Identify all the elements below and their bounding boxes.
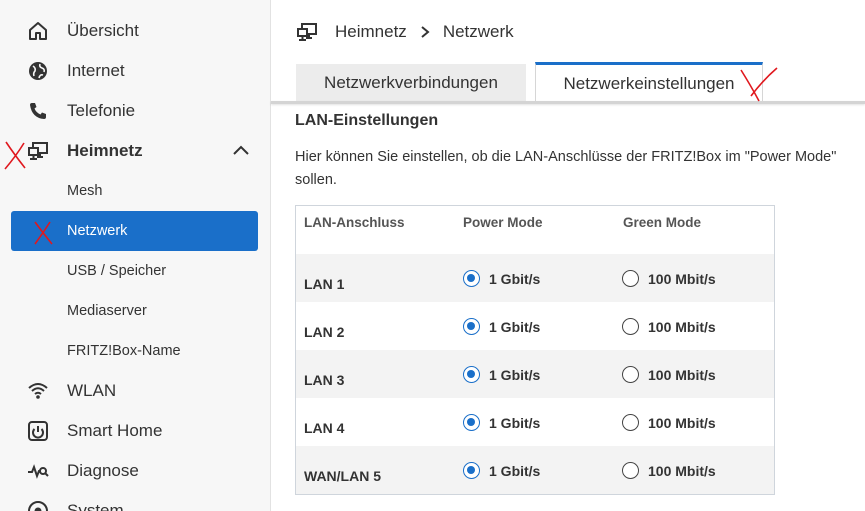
sidebar-subitem-label: Netzwerk bbox=[67, 223, 128, 239]
column-header-green-mode: Green Mode bbox=[623, 215, 702, 230]
breadcrumb-current: Netzwerk bbox=[442, 22, 514, 41]
power-mode-radio[interactable]: 1 Gbit/s bbox=[463, 318, 540, 335]
sidebar-item-label: Internet bbox=[67, 61, 125, 80]
sidebar-item-label: Diagnose bbox=[67, 461, 139, 480]
monitor-network-icon bbox=[27, 140, 49, 162]
sidebar-subitem-label: Mesh bbox=[67, 183, 103, 199]
radio-checked-icon[interactable] bbox=[463, 270, 480, 287]
green-mode-radio[interactable]: 100 Mbit/s bbox=[622, 318, 716, 335]
power-mode-label: 1 Gbit/s bbox=[489, 414, 541, 431]
power-mode-label: 1 Gbit/s bbox=[489, 366, 541, 383]
table-row: WAN/LAN 5 1 Gbit/s 100 Mbit/s bbox=[296, 446, 774, 494]
diagnose-icon bbox=[27, 460, 49, 482]
sidebar-item-telefonie[interactable]: Telefonie bbox=[0, 91, 271, 131]
sidebar-subitem-netzwerk[interactable]: Netzwerk bbox=[11, 211, 258, 251]
power-mode-radio[interactable]: 1 Gbit/s bbox=[463, 414, 540, 431]
power-mode-label: 1 Gbit/s bbox=[489, 318, 541, 335]
breadcrumb: Heimnetz Netzwerk bbox=[296, 19, 514, 45]
radio-checked-icon[interactable] bbox=[463, 366, 480, 383]
smart-home-icon bbox=[27, 420, 49, 442]
table-row: LAN 1 1 Gbit/s 100 Mbit/s bbox=[296, 254, 774, 302]
port-label: LAN 3 bbox=[304, 372, 345, 388]
description-line: Hier können Sie einstellen, ob die LAN-A… bbox=[295, 149, 837, 165]
port-label: LAN 4 bbox=[304, 420, 345, 436]
sidebar-subitem-usb-speicher[interactable]: USB / Speicher bbox=[11, 251, 258, 291]
sidebar-item-wlan[interactable]: WLAN bbox=[0, 371, 271, 411]
power-mode-label: 1 Gbit/s bbox=[489, 462, 541, 479]
sidebar: Übersicht Internet Telefonie Heimnetz Me… bbox=[0, 0, 271, 511]
lan-settings-table: LAN-Anschluss Power Mode Green Mode LAN … bbox=[295, 205, 775, 495]
radio-unchecked-icon[interactable] bbox=[622, 318, 639, 335]
green-mode-label: 100 Mbit/s bbox=[648, 270, 716, 287]
green-mode-label: 100 Mbit/s bbox=[648, 318, 716, 335]
radio-checked-icon[interactable] bbox=[463, 414, 480, 431]
radio-unchecked-icon[interactable] bbox=[622, 366, 639, 383]
tab-netzwerkeinstellungen[interactable]: Netzwerkeinstellungen bbox=[535, 62, 763, 102]
sidebar-item-smart-home[interactable]: Smart Home bbox=[0, 411, 271, 451]
power-mode-radio[interactable]: 1 Gbit/s bbox=[463, 462, 540, 479]
sidebar-item-label: Übersicht bbox=[67, 21, 139, 40]
radio-checked-icon[interactable] bbox=[463, 462, 480, 479]
green-mode-label: 100 Mbit/s bbox=[648, 366, 716, 383]
port-label: WAN/LAN 5 bbox=[304, 468, 381, 484]
chevron-up-icon[interactable] bbox=[232, 142, 250, 160]
sidebar-item-uebersicht[interactable]: Übersicht bbox=[0, 11, 271, 51]
radio-unchecked-icon[interactable] bbox=[622, 270, 639, 287]
home-icon bbox=[27, 20, 49, 42]
sidebar-subitem-fritzbox-name[interactable]: FRITZ!Box-Name bbox=[11, 331, 258, 371]
green-mode-label: 100 Mbit/s bbox=[648, 462, 716, 479]
table-row: LAN 2 1 Gbit/s 100 Mbit/s bbox=[296, 302, 774, 350]
sidebar-item-internet[interactable]: Internet bbox=[0, 51, 271, 91]
sidebar-item-heimnetz[interactable]: Heimnetz bbox=[0, 131, 271, 171]
sidebar-item-label: WLAN bbox=[67, 381, 117, 400]
sidebar-item-label: Telefonie bbox=[67, 101, 136, 120]
tab-divider bbox=[271, 101, 865, 104]
tab-netzwerkverbindungen[interactable]: Netzwerkverbindungen bbox=[296, 64, 526, 102]
description-line: sollen. bbox=[295, 172, 337, 188]
green-mode-label: 100 Mbit/s bbox=[648, 414, 716, 431]
sidebar-item-label: Smart Home bbox=[67, 421, 163, 440]
globe-icon bbox=[27, 60, 49, 82]
sidebar-item-diagnose[interactable]: Diagnose bbox=[0, 451, 271, 491]
section-description: Hier können Sie einstellen, ob die LAN-A… bbox=[295, 146, 865, 192]
column-header-port: LAN-Anschluss bbox=[304, 215, 405, 230]
power-mode-radio[interactable]: 1 Gbit/s bbox=[463, 270, 540, 287]
green-mode-radio[interactable]: 100 Mbit/s bbox=[622, 366, 716, 383]
radio-unchecked-icon[interactable] bbox=[622, 414, 639, 431]
sidebar-item-label: Heimnetz bbox=[67, 141, 143, 160]
section-title: LAN-Einstellungen bbox=[295, 112, 439, 129]
radio-unchecked-icon[interactable] bbox=[622, 462, 639, 479]
green-mode-radio[interactable]: 100 Mbit/s bbox=[622, 462, 716, 479]
sidebar-item-label: System bbox=[67, 501, 124, 511]
column-header-power-mode: Power Mode bbox=[463, 215, 543, 230]
sidebar-subitem-label: FRITZ!Box-Name bbox=[67, 343, 181, 359]
port-label: LAN 1 bbox=[304, 276, 345, 292]
table-row: LAN 4 1 Gbit/s 100 Mbit/s bbox=[296, 398, 774, 446]
phone-icon bbox=[27, 100, 49, 122]
sidebar-subitem-label: Mediaserver bbox=[67, 303, 147, 319]
wifi-icon bbox=[27, 380, 49, 402]
port-label: LAN 2 bbox=[304, 324, 345, 340]
sidebar-subitem-label: USB / Speicher bbox=[67, 263, 167, 279]
monitor-network-icon bbox=[296, 21, 318, 43]
sidebar-item-system[interactable]: System bbox=[0, 491, 271, 511]
breadcrumb-parent[interactable]: Heimnetz bbox=[335, 22, 407, 42]
green-mode-radio[interactable]: 100 Mbit/s bbox=[622, 414, 716, 431]
chevron-right-icon bbox=[419, 25, 431, 39]
radio-checked-icon[interactable] bbox=[463, 318, 480, 335]
table-row: LAN 3 1 Gbit/s 100 Mbit/s bbox=[296, 350, 774, 398]
sidebar-subitem-mediaserver[interactable]: Mediaserver bbox=[11, 291, 258, 331]
power-mode-label: 1 Gbit/s bbox=[489, 270, 541, 287]
power-mode-radio[interactable]: 1 Gbit/s bbox=[463, 366, 540, 383]
system-icon bbox=[27, 500, 49, 511]
green-mode-radio[interactable]: 100 Mbit/s bbox=[622, 270, 716, 287]
sidebar-subitem-mesh[interactable]: Mesh bbox=[11, 171, 258, 211]
